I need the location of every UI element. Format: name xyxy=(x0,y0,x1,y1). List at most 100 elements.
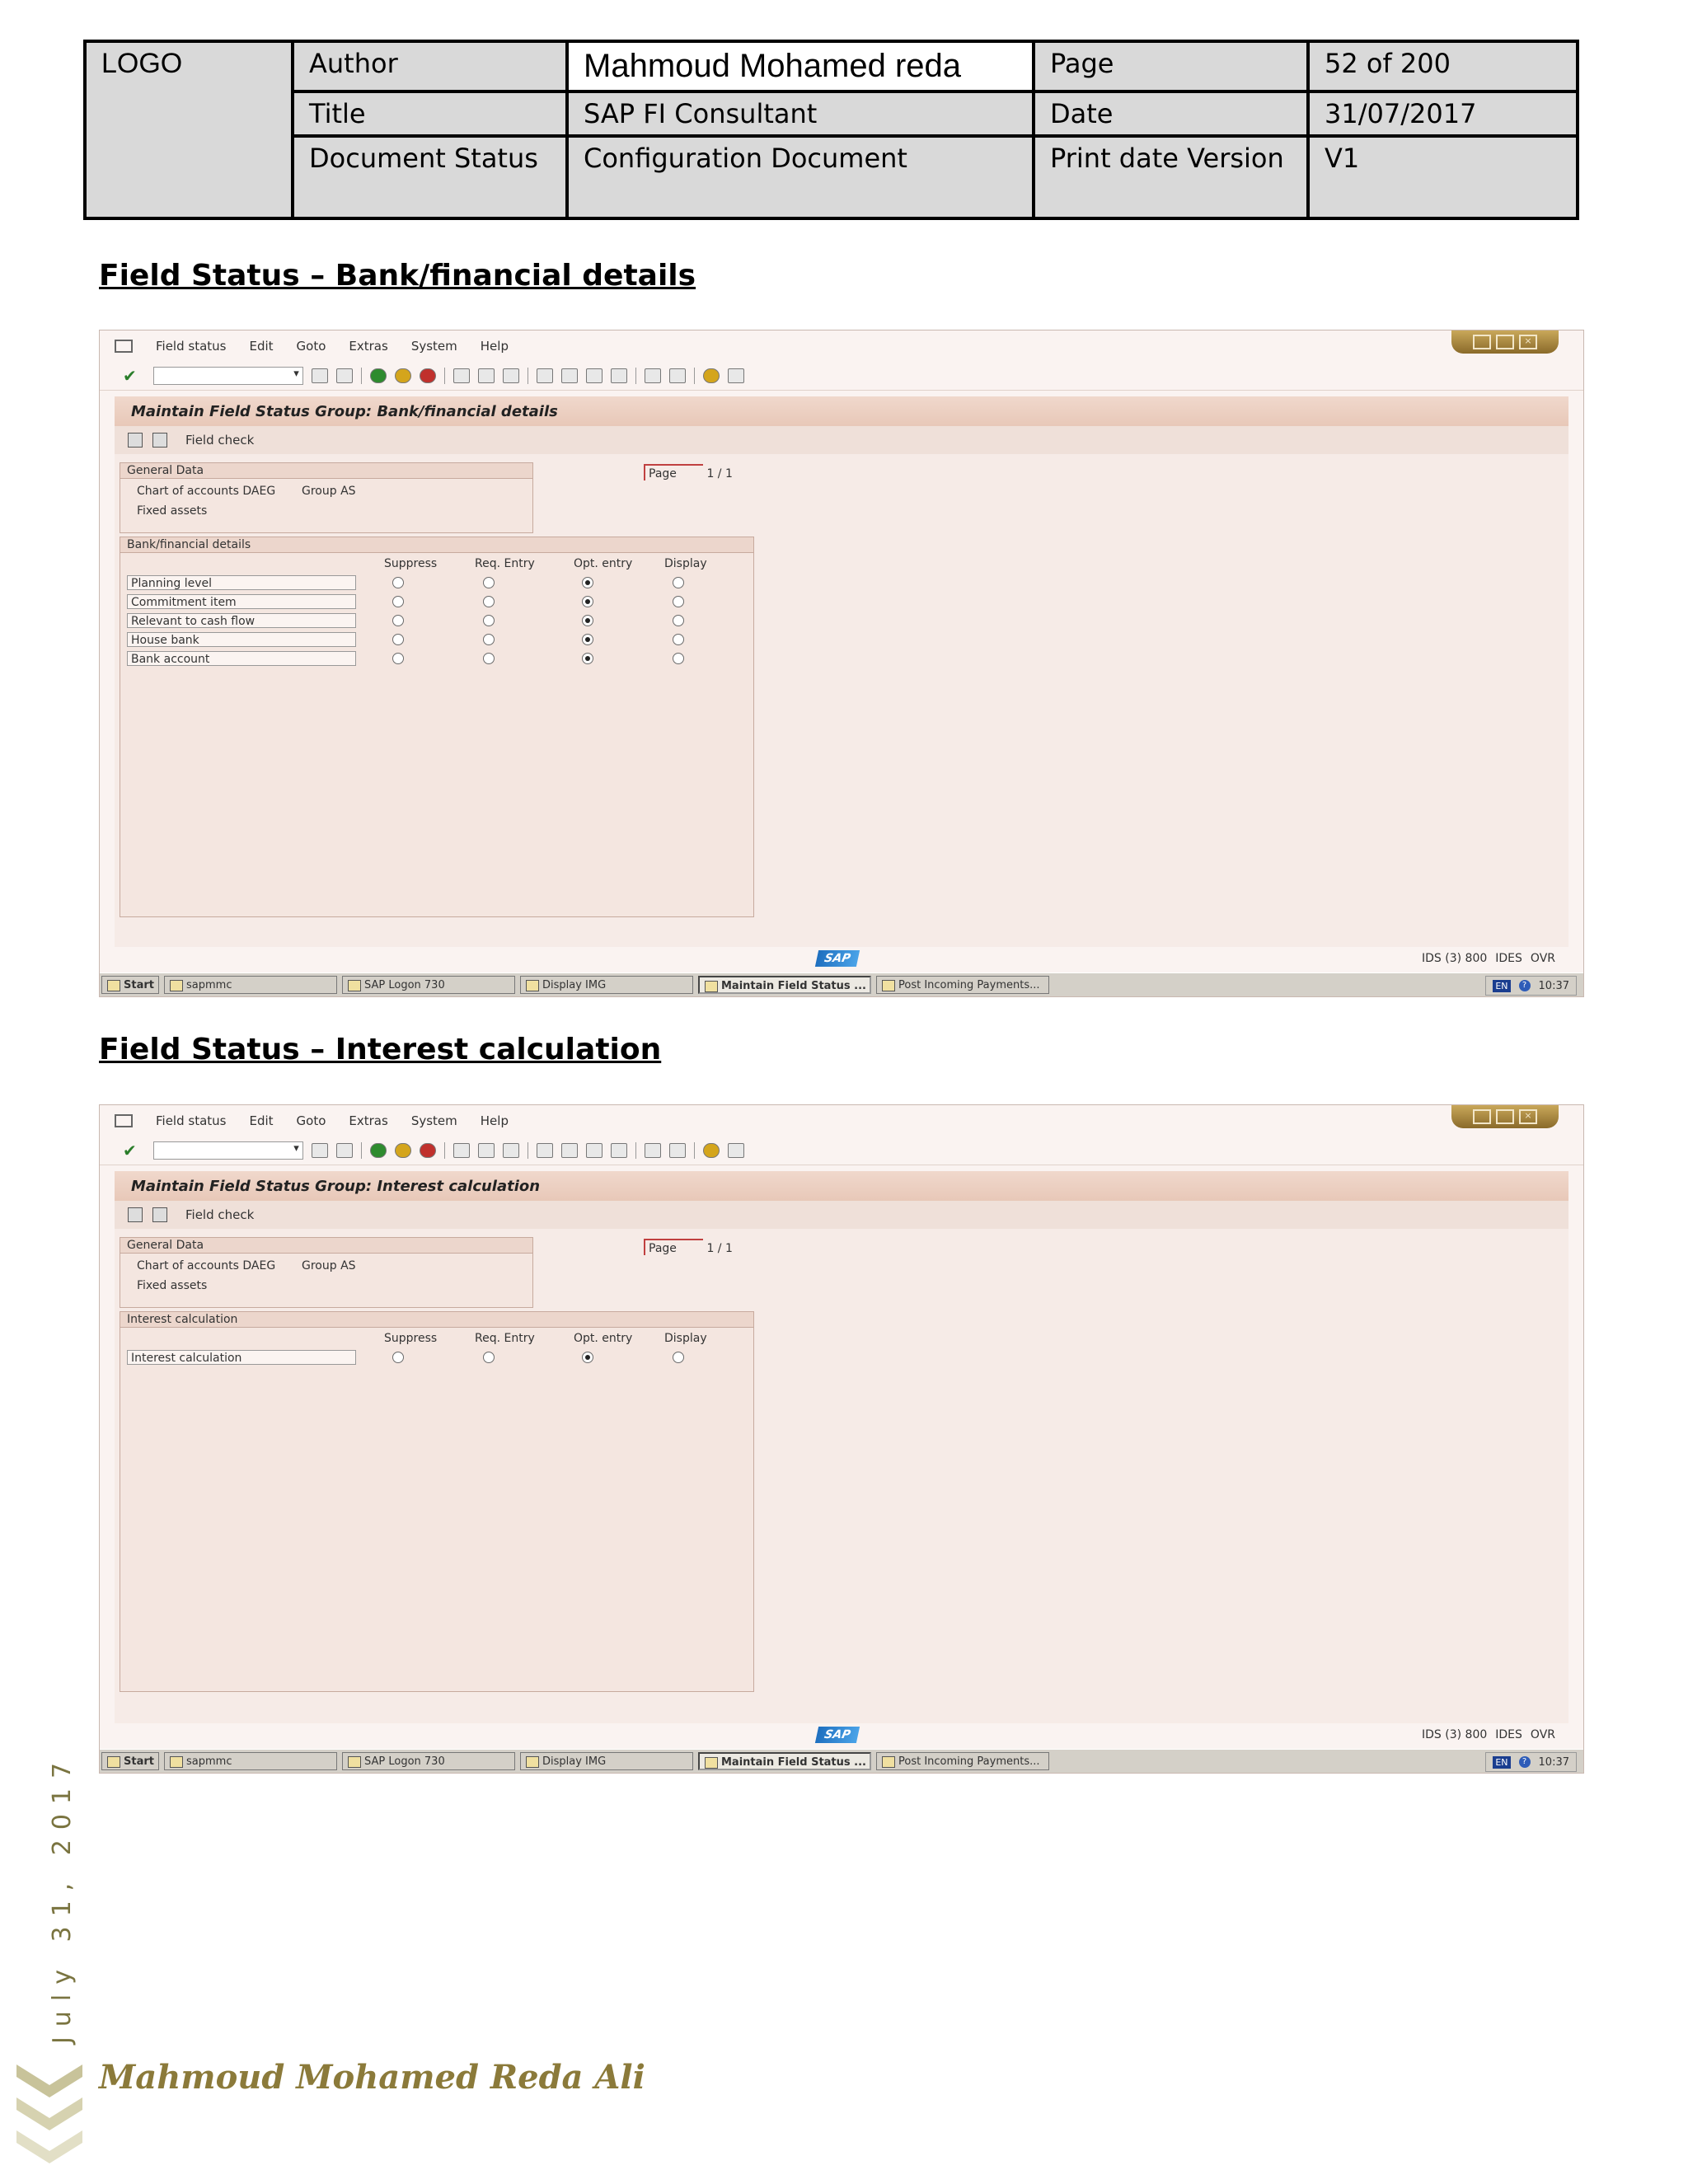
menu-icon[interactable] xyxy=(115,1114,133,1127)
find-next-icon[interactable] xyxy=(502,1143,519,1158)
taskbar-button[interactable]: Maintain Field Status ... xyxy=(698,976,871,994)
last-page-icon[interactable] xyxy=(610,368,627,383)
status-radio[interactable] xyxy=(483,615,495,626)
status-radio[interactable] xyxy=(582,596,593,607)
field-check-button[interactable]: Field check xyxy=(185,433,254,448)
save-icon[interactable] xyxy=(335,368,353,383)
taskbar-button[interactable]: Start xyxy=(101,976,159,994)
status-radio[interactable] xyxy=(673,653,684,664)
status-radio[interactable] xyxy=(392,615,404,626)
status-radio[interactable] xyxy=(392,596,404,607)
cancel-icon[interactable] xyxy=(419,1143,436,1158)
menu-item[interactable]: Goto xyxy=(297,1113,326,1128)
menu-item[interactable]: Help xyxy=(481,1113,509,1128)
taskbar-button[interactable]: sapmmc xyxy=(164,1752,337,1770)
status-radio[interactable] xyxy=(483,1352,495,1363)
menu-item[interactable]: Extras xyxy=(349,339,387,354)
taskbar-button[interactable]: SAP Logon 730 xyxy=(342,1752,515,1770)
deselect-icon[interactable] xyxy=(152,1207,167,1222)
status-radio[interactable] xyxy=(582,653,593,664)
status-radio[interactable] xyxy=(582,634,593,645)
menu-item[interactable]: Help xyxy=(481,339,509,354)
field-check-button[interactable]: Field check xyxy=(185,1207,254,1222)
back-arrow-icon[interactable] xyxy=(311,1143,328,1158)
close-icon[interactable]: × xyxy=(1519,335,1537,349)
help-icon[interactable]: ? xyxy=(1518,980,1531,991)
enter-icon[interactable]: ✔ xyxy=(123,366,137,386)
taskbar-button[interactable]: Start xyxy=(101,1752,159,1770)
find-next-icon[interactable] xyxy=(502,368,519,383)
print-icon[interactable] xyxy=(452,1143,470,1158)
back-arrow-icon[interactable] xyxy=(311,368,328,383)
save-icon[interactable] xyxy=(335,1143,353,1158)
enter-icon[interactable]: ✔ xyxy=(123,1141,137,1160)
taskbar-button[interactable]: Maintain Field Status ... xyxy=(698,1752,871,1770)
back-icon[interactable] xyxy=(369,1143,387,1158)
menu-item[interactable]: Field status xyxy=(156,339,226,354)
select-all-icon[interactable] xyxy=(128,433,143,448)
shortcut-icon[interactable] xyxy=(668,368,686,383)
new-session-icon[interactable] xyxy=(644,1143,661,1158)
menu-icon[interactable] xyxy=(115,340,133,353)
help-icon[interactable] xyxy=(702,368,720,383)
status-radio[interactable] xyxy=(673,615,684,626)
status-radio[interactable] xyxy=(483,577,495,588)
system-info-item[interactable]: OVR xyxy=(1531,952,1555,965)
cancel-icon[interactable] xyxy=(419,368,436,383)
help-icon[interactable] xyxy=(702,1143,720,1158)
taskbar-button[interactable]: Post Incoming Payments... xyxy=(876,976,1049,994)
status-radio[interactable] xyxy=(673,1352,684,1363)
find-icon[interactable] xyxy=(477,368,495,383)
exit-icon[interactable] xyxy=(394,1143,411,1158)
menu-item[interactable]: Extras xyxy=(349,1113,387,1128)
shortcut-icon[interactable] xyxy=(668,1143,686,1158)
command-field[interactable] xyxy=(152,1141,303,1160)
next-page-icon[interactable] xyxy=(585,368,603,383)
minimize-icon[interactable] xyxy=(1473,335,1491,349)
maximize-icon[interactable] xyxy=(1496,1109,1514,1124)
status-radio[interactable] xyxy=(673,577,684,588)
exit-icon[interactable] xyxy=(394,368,411,383)
status-radio[interactable] xyxy=(483,653,495,664)
status-radio[interactable] xyxy=(392,653,404,664)
maximize-icon[interactable] xyxy=(1496,335,1514,349)
status-radio[interactable] xyxy=(392,1352,404,1363)
status-radio[interactable] xyxy=(392,634,404,645)
menu-item[interactable]: Edit xyxy=(249,339,273,354)
menu-item[interactable]: Field status xyxy=(156,1113,226,1128)
status-radio[interactable] xyxy=(483,634,495,645)
first-page-icon[interactable] xyxy=(536,368,553,383)
system-info-item[interactable]: IDS (3) 800 xyxy=(1422,1728,1487,1741)
status-radio[interactable] xyxy=(392,577,404,588)
deselect-icon[interactable] xyxy=(152,433,167,448)
system-info-item[interactable]: IDES xyxy=(1495,952,1522,965)
menu-item[interactable]: System xyxy=(411,339,457,354)
menu-item[interactable]: Goto xyxy=(297,339,326,354)
help-icon[interactable]: ? xyxy=(1518,1756,1531,1768)
taskbar-button[interactable]: Post Incoming Payments... xyxy=(876,1752,1049,1770)
layout-icon[interactable] xyxy=(727,1143,744,1158)
status-radio[interactable] xyxy=(673,634,684,645)
status-radio[interactable] xyxy=(483,596,495,607)
system-info-item[interactable]: IDS (3) 800 xyxy=(1422,952,1487,965)
status-radio[interactable] xyxy=(582,577,593,588)
close-icon[interactable]: × xyxy=(1519,1109,1537,1124)
system-info-item[interactable]: IDES xyxy=(1495,1728,1522,1741)
status-radio[interactable] xyxy=(673,596,684,607)
select-all-icon[interactable] xyxy=(128,1207,143,1222)
menu-item[interactable]: Edit xyxy=(249,1113,273,1128)
taskbar-button[interactable]: Display IMG xyxy=(520,1752,693,1770)
taskbar-button[interactable]: SAP Logon 730 xyxy=(342,976,515,994)
language-indicator[interactable]: EN xyxy=(1493,1755,1511,1769)
new-session-icon[interactable] xyxy=(644,368,661,383)
back-icon[interactable] xyxy=(369,368,387,383)
status-radio[interactable] xyxy=(582,1352,593,1363)
previous-page-icon[interactable] xyxy=(560,368,578,383)
command-field[interactable] xyxy=(152,367,303,385)
previous-page-icon[interactable] xyxy=(560,1143,578,1158)
layout-icon[interactable] xyxy=(727,368,744,383)
find-icon[interactable] xyxy=(477,1143,495,1158)
print-icon[interactable] xyxy=(452,368,470,383)
taskbar-button[interactable]: Display IMG xyxy=(520,976,693,994)
system-info-item[interactable]: OVR xyxy=(1531,1728,1555,1741)
